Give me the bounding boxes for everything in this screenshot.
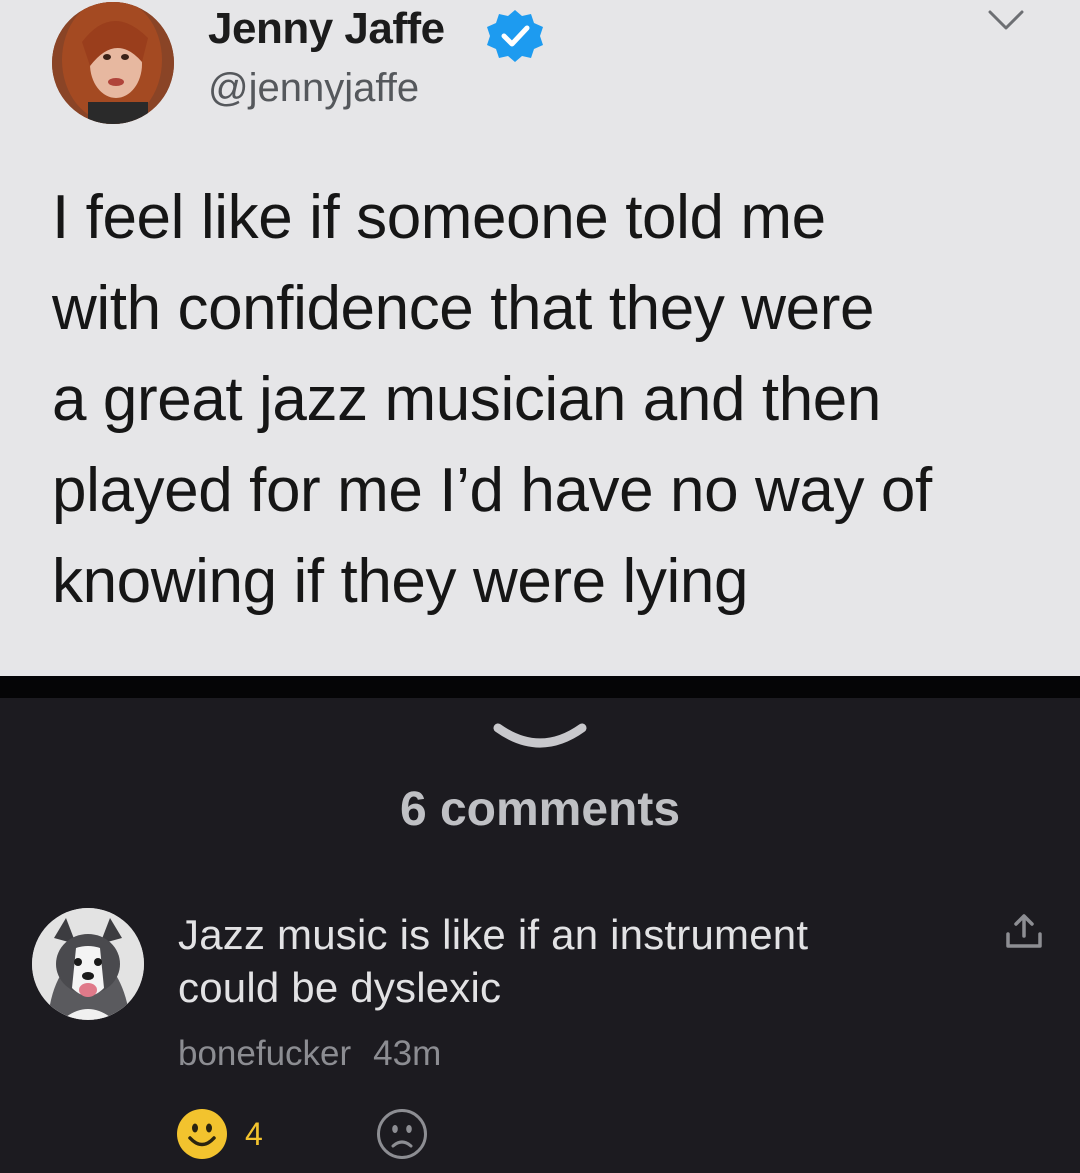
divider <box>0 676 1080 698</box>
tweet-text-line: with confidence that they were <box>52 274 875 343</box>
comment-text: Jazz music is like if an instrument coul… <box>178 908 938 1014</box>
avatar[interactable] <box>52 2 174 124</box>
comment-meta: bonefucker 43m <box>178 1034 441 1074</box>
tweet-text: I feel like if someone told me with conf… <box>52 172 1052 627</box>
commenter-avatar[interactable] <box>32 908 144 1020</box>
collapse-chevron-icon[interactable] <box>492 720 588 754</box>
avatar-photo <box>32 908 144 1020</box>
comment-username[interactable]: bonefucker <box>178 1034 351 1073</box>
chevron-down-icon[interactable] <box>986 6 1026 36</box>
author-name[interactable]: Jenny Jaffe <box>208 4 445 54</box>
avatar-photo <box>52 2 174 124</box>
share-icon[interactable] <box>1004 912 1044 950</box>
tweet-text-line: a great jazz musician and then <box>52 365 881 434</box>
comments-count: 6 comments <box>399 783 681 836</box>
tweet-text-line: knowing if they were lying <box>52 547 749 616</box>
upvote-count: 4 <box>245 1116 263 1152</box>
tweet-card: Jenny Jaffe @jennyjaffe I feel like if s… <box>0 0 1080 676</box>
frown-icon[interactable] <box>376 1108 428 1160</box>
tweet-text-line: played for me I’d have no way of <box>52 456 932 525</box>
comment-text-line: Jazz music is like if an instrument <box>178 911 809 958</box>
comment-time: 43m <box>373 1034 442 1073</box>
comment-text-line: could be dyslexic <box>178 964 502 1011</box>
tweet-text-line: I feel like if someone told me <box>52 183 826 252</box>
smile-icon[interactable] <box>176 1108 228 1160</box>
author-handle[interactable]: @jennyjaffe <box>208 66 419 111</box>
verified-badge-icon <box>487 10 543 62</box>
